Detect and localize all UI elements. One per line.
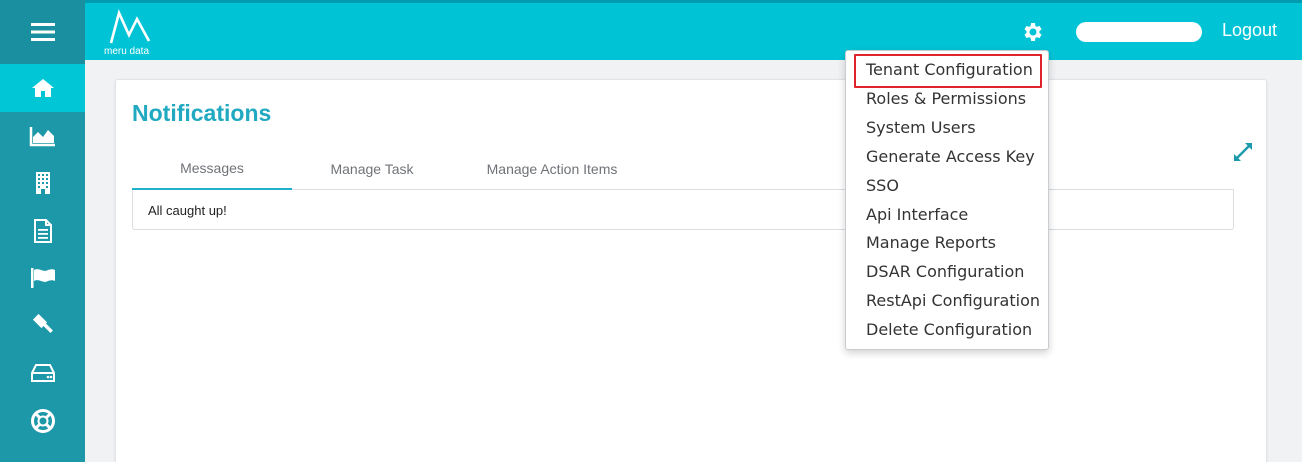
gear-icon[interactable]	[1021, 20, 1045, 44]
menu-item-system-users[interactable]: System Users	[866, 116, 976, 140]
sidebar-item-analytics[interactable]	[0, 112, 85, 160]
notifications-card: Notifications Messages Manage Task Manag…	[115, 79, 1267, 462]
menu-item-delete-configuration[interactable]: Delete Configuration	[866, 318, 1032, 342]
building-icon	[35, 172, 50, 195]
home-icon	[31, 79, 54, 97]
menu-item-api-interface[interactable]: Api Interface	[866, 203, 968, 227]
sidebar-item-flags[interactable]	[0, 255, 85, 303]
tab-manage-action-items[interactable]: Manage Action Items	[452, 148, 652, 190]
tab-manage-task[interactable]: Manage Task	[292, 148, 452, 190]
sidebar-item-documents[interactable]	[0, 207, 85, 255]
menu-item-sso[interactable]: SSO	[866, 174, 899, 198]
sidebar-item-organization[interactable]	[0, 160, 85, 208]
menu-item-restapi-configuration[interactable]: RestApi Configuration	[866, 289, 1040, 313]
menu-toggle-button[interactable]	[0, 0, 85, 64]
menu-item-manage-reports[interactable]: Manage Reports	[866, 231, 996, 255]
empty-message: All caught up!	[148, 203, 227, 218]
sidebar	[0, 0, 85, 462]
logout-link[interactable]: Logout	[1222, 20, 1277, 41]
menu-item-roles-permissions[interactable]: Roles & Permissions	[866, 87, 1026, 111]
menu-icon	[30, 23, 55, 41]
menu-item-generate-access-key[interactable]: Generate Access Key	[866, 145, 1035, 169]
life-ring-icon	[30, 408, 55, 433]
sidebar-item-legal[interactable]	[0, 302, 85, 350]
flag-icon	[30, 268, 55, 289]
menu-item-dsar-configuration[interactable]: DSAR Configuration	[866, 260, 1024, 284]
notification-tabs: Messages Manage Task Manage Action Items	[132, 148, 1234, 190]
messages-panel: All caught up!	[132, 190, 1234, 230]
expand-icon[interactable]	[1232, 141, 1254, 163]
page-title: Notifications	[132, 100, 272, 126]
area-chart-icon	[29, 126, 55, 146]
hard-drive-icon	[30, 364, 55, 383]
document-icon	[33, 218, 52, 243]
user-name-redacted[interactable]	[1076, 22, 1202, 42]
sidebar-item-home[interactable]	[0, 64, 85, 112]
tab-messages[interactable]: Messages	[132, 148, 292, 190]
sidebar-item-support[interactable]	[0, 397, 85, 445]
top-bar: meru data Logout	[85, 0, 1302, 60]
settings-dropdown: Tenant Configuration Roles & Permissions…	[845, 50, 1049, 350]
gavel-icon	[32, 313, 53, 333]
menu-item-tenant-configuration[interactable]: Tenant Configuration	[866, 58, 1033, 82]
sidebar-item-storage[interactable]	[0, 350, 85, 398]
logo-text: meru data	[104, 46, 150, 57]
